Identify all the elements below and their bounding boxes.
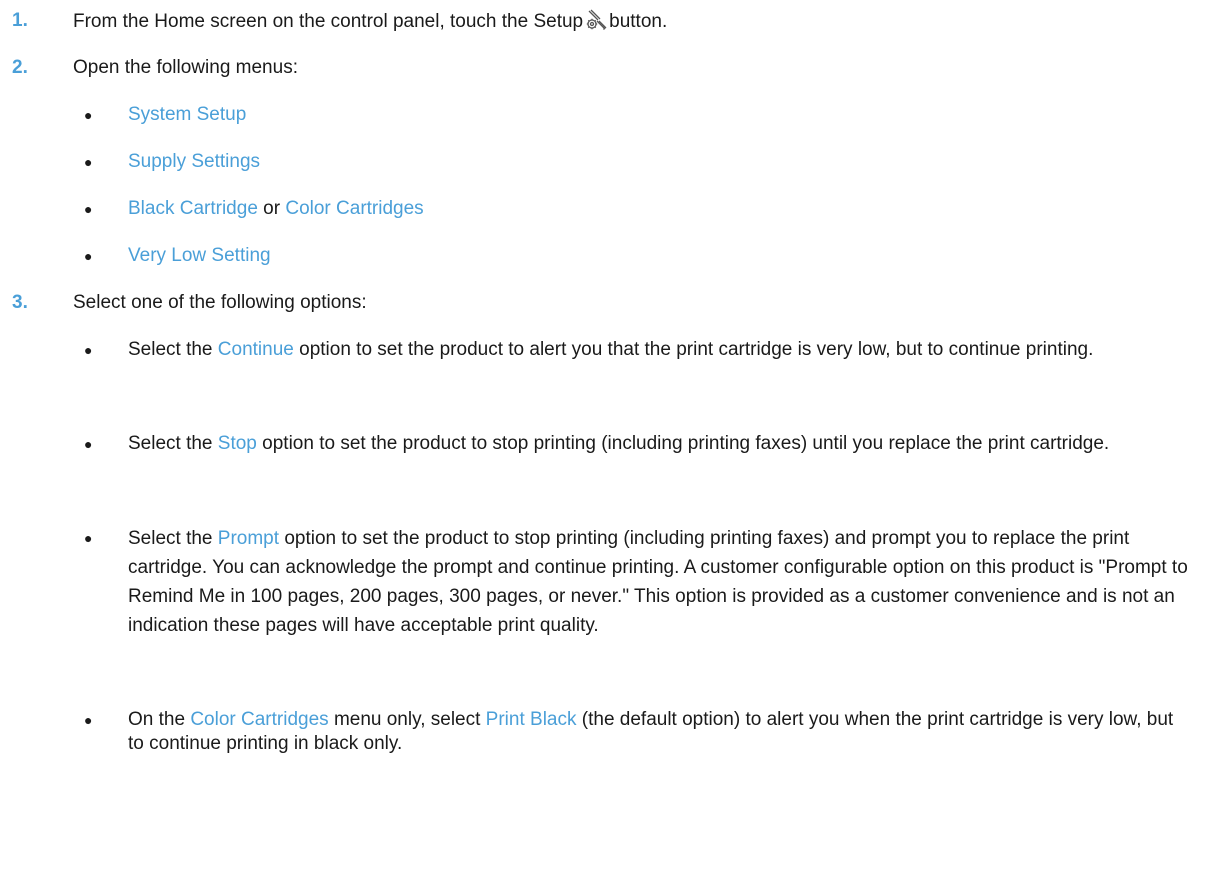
step-text: Open the following menus: <box>73 57 298 78</box>
bullet-icon: ● <box>84 107 93 123</box>
bullet-text: On the Color Cartridges menu only, selec… <box>128 708 1188 756</box>
lead-text: Select the <box>128 339 213 360</box>
setup-icon <box>585 9 607 31</box>
rest-text: option to set the product to alert you t… <box>299 339 1094 360</box>
step-text: Select one of the following options: <box>73 292 367 313</box>
middle-text: menu only, select <box>333 709 481 730</box>
menu-name: Continue <box>217 339 294 360</box>
menu-name: Color Cartridges <box>285 198 424 219</box>
bullet-icon: ● <box>84 248 93 264</box>
step-number: 2. <box>12 57 28 78</box>
connector-text: or <box>263 198 281 219</box>
step-text-after: button. <box>609 11 668 32</box>
menu-name: Prompt <box>217 528 280 549</box>
bullet-icon: ● <box>84 712 93 728</box>
rest-text: option to set the product to stop printi… <box>262 433 1110 454</box>
bullet-icon: ● <box>84 154 93 170</box>
menu-name: Very Low Setting <box>128 245 271 266</box>
menu-name: Color Cartridges <box>190 709 329 730</box>
bullet-text: Select the Continue option to set the pr… <box>128 338 1188 362</box>
step-number: 1. <box>12 10 28 31</box>
bullet-text: Select the Prompt option to set the prod… <box>128 524 1188 640</box>
bullet-text: Black Cartridge or Color Cartridges <box>128 197 1188 221</box>
menu-name: Black Cartridge <box>128 198 258 219</box>
bullet-icon: ● <box>84 436 93 452</box>
lead-text: Select the <box>128 433 213 454</box>
step-number: 3. <box>12 292 28 313</box>
bullet-icon: ● <box>84 201 93 217</box>
step-text-before: From the Home screen on the control pane… <box>73 11 584 32</box>
rest-text: option to set the product to stop printi… <box>128 528 1188 636</box>
bullet-icon: ● <box>84 530 93 546</box>
menu-name: Stop <box>217 433 257 454</box>
step-text: From the Home screen on the control pane… <box>73 9 667 34</box>
bullet-text: Select the Stop option to set the produc… <box>128 432 1188 456</box>
menu-name: System Setup <box>128 104 247 125</box>
menu-name: Print Black <box>485 709 577 730</box>
lead-text: On the <box>128 709 186 730</box>
bullet-icon: ● <box>84 342 93 358</box>
menu-name: Supply Settings <box>128 151 261 172</box>
lead-text: Select the <box>128 528 213 549</box>
